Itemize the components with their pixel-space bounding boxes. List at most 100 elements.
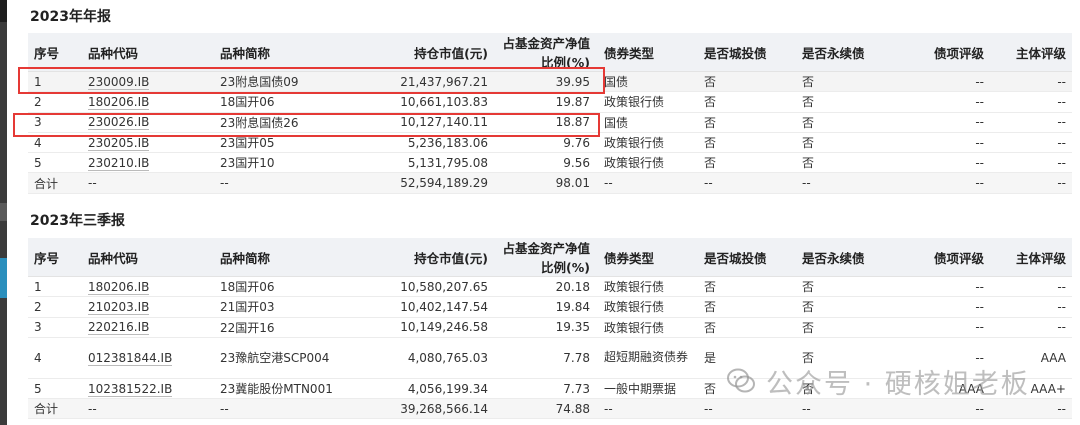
table-header-row: 序号 品种代码 品种简称 持仓市值(元) 占基金资产净值比例(%) 债券类型 是… [28,238,1072,277]
col-header-pct[interactable]: 占基金资产净值比例(%) [494,33,598,72]
cell-no: 合计 [28,172,82,194]
cell-issuer-rating: -- [990,276,1072,298]
col-header-type[interactable]: 债券类型 [598,33,698,72]
cell-bond-rating: -- [908,71,990,93]
cell-issuer-rating: -- [990,132,1072,154]
col-header-code[interactable]: 品种代码 [82,238,214,277]
highlight-box-row-1 [18,67,605,94]
col-header-code[interactable]: 品种代码 [82,33,214,72]
cell-value: 10,580,207.65 [362,276,494,298]
col-header-perpetual[interactable]: 是否永续债 [796,238,908,277]
cell-issuer-rating: -- [990,112,1072,133]
bond-code-link[interactable]: 210203.IB [88,299,150,315]
col-header-issuer-rating[interactable]: 主体评级 [990,33,1072,72]
cell-pct: 20.18 [494,276,598,298]
cell-bond-rating: -- [908,317,990,338]
cell-name: 23豫航空港SCP004 [214,337,362,379]
cell-bond-rating: -- [908,91,990,113]
total-row: 合计 -- -- 52,594,189.29 98.01 -- -- -- --… [28,172,1072,194]
bond-code-link[interactable]: 230205.IB [88,135,150,151]
col-header-value[interactable]: 持仓市值(元) [362,238,494,277]
table-row[interactable]: 3 220216.IB 22国开16 10,149,246.58 19.35 政… [28,317,1072,338]
cell-pct: 9.56 [494,152,598,174]
col-header-no[interactable]: 序号 [28,238,82,277]
cell-name: -- [214,398,362,420]
bond-code-link[interactable]: 220216.IB [88,320,150,336]
cell-bond-rating: -- [908,152,990,174]
cell-code[interactable]: 012381844.IB [82,337,214,379]
cell-type: 国债 [598,71,698,93]
cell-bond-rating: -- [908,172,990,194]
cell-city: 否 [698,296,796,318]
col-header-city[interactable]: 是否城投债 [698,33,796,72]
cell-issuer-rating: -- [990,296,1072,318]
table-row[interactable]: 5 230210.IB 23国开10 5,131,795.08 9.56 政策银… [28,152,1072,174]
scroll-marker-mid [0,203,7,221]
bond-code-link[interactable]: 012381844.IB [88,350,173,366]
cell-type: -- [598,398,698,420]
col-header-bond-rating[interactable]: 债项评级 [908,238,990,277]
cell-pct: 19.35 [494,317,598,338]
col-header-type[interactable]: 债券类型 [598,238,698,277]
bond-code-link[interactable]: 230210.IB [88,155,150,171]
cell-value: 10,661,103.83 [362,91,494,113]
cell-value: 5,131,795.08 [362,152,494,174]
col-header-value[interactable]: 持仓市值(元) [362,33,494,72]
table-row[interactable]: 1 180206.IB 18国开06 10,580,207.65 20.18 政… [28,276,1072,298]
table-row[interactable]: 2 180206.IB 18国开06 10,661,103.83 19.87 政… [28,91,1072,113]
scroll-thumb[interactable] [0,258,7,298]
bond-code-link[interactable]: 180206.IB [88,94,150,110]
col-header-no[interactable]: 序号 [28,33,82,72]
cell-city: 否 [698,276,796,298]
cell-name: 18国开06 [214,91,362,113]
cell-perpetual: 否 [796,91,908,113]
cell-pct: 74.88 [494,398,598,420]
cell-city: 否 [698,91,796,113]
col-header-name[interactable]: 品种简称 [214,238,362,277]
cell-value: 10,402,147.54 [362,296,494,318]
cell-city: 否 [698,71,796,93]
annual-report-title: 2023年年报 [30,9,111,25]
cell-value: 4,056,199.34 [362,378,494,400]
watermark-text: 公众号 · 硬核姐老板 [766,368,1030,400]
highlight-box-row-3 [13,113,600,137]
cell-type: 政策银行债 [598,276,698,298]
cell-code[interactable]: 220216.IB [82,317,214,338]
table-header-row: 序号 品种代码 品种简称 持仓市值(元) 占基金资产净值比例(%) 债券类型 是… [28,33,1072,72]
cell-perpetual: 否 [796,296,908,318]
cell-city: 否 [698,317,796,338]
col-header-issuer-rating[interactable]: 主体评级 [990,238,1072,277]
col-header-city[interactable]: 是否城投债 [698,238,796,277]
cell-name: 23冀能股份MTN001 [214,378,362,400]
cell-code[interactable]: 102381522.IB [82,378,214,400]
wechat-icon [727,368,755,393]
cell-perpetual: 否 [796,276,908,298]
cell-issuer-rating: -- [990,317,1072,338]
cell-code: -- [82,398,214,420]
cell-code[interactable]: 180206.IB [82,91,214,113]
left-scroll-rail[interactable] [0,0,7,425]
cell-no: 2 [28,91,82,113]
col-header-perpetual[interactable]: 是否永续债 [796,33,908,72]
cell-no: 5 [28,378,82,400]
cell-bond-rating: -- [908,132,990,154]
cell-value: 10,149,246.58 [362,317,494,338]
cell-no: 合计 [28,398,82,420]
col-header-pct[interactable]: 占基金资产净值比例(%) [494,238,598,277]
cell-code[interactable]: 210203.IB [82,296,214,318]
table-row[interactable]: 2 210203.IB 21国开03 10,402,147.54 19.84 政… [28,296,1072,318]
bond-code-link[interactable]: 180206.IB [88,279,150,295]
cell-pct: 19.84 [494,296,598,318]
cell-code[interactable]: 230210.IB [82,152,214,174]
cell-type: 一般中期票据 [598,378,698,400]
col-header-name[interactable]: 品种简称 [214,33,362,72]
cell-name: -- [214,172,362,194]
cell-perpetual: 否 [796,152,908,174]
cell-perpetual: 否 [796,132,908,154]
bond-code-link[interactable]: 102381522.IB [88,381,173,397]
cell-code[interactable]: 180206.IB [82,276,214,298]
scroll-marker-top [0,0,7,22]
cell-type: 国债 [598,112,698,133]
cell-city: 否 [698,112,796,133]
col-header-bond-rating[interactable]: 债项评级 [908,33,990,72]
